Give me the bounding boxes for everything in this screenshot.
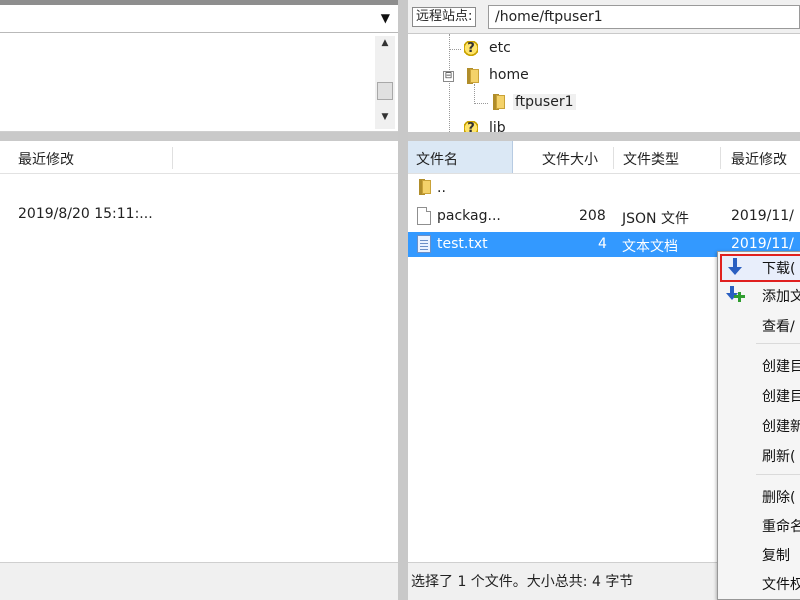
menu-item-view-edit[interactable]: 查看/ — [718, 313, 800, 339]
column-separator[interactable] — [172, 147, 173, 169]
menu-item-create-directory[interactable]: 创建目 — [718, 353, 800, 379]
local-file-modified[interactable]: 2019/8/20 15:11:... — [18, 206, 153, 222]
file-name: .. — [437, 180, 446, 196]
column-header-modified[interactable]: 最近修改 — [18, 149, 74, 169]
tree-guide-line — [449, 49, 461, 50]
column-header-modified[interactable]: 最近修改 — [731, 149, 787, 169]
column-header-size[interactable]: 文件大小 — [542, 149, 598, 169]
tree-guide-line — [474, 103, 488, 104]
menu-label-download: 下载( — [762, 261, 796, 277]
menu-item-copy[interactable]: 复制 — [718, 542, 800, 568]
file-type: JSON 文件 — [622, 211, 689, 227]
menu-item-create-new-file[interactable]: 创建新 — [718, 413, 800, 439]
folder-icon — [491, 94, 505, 110]
local-path-combo[interactable]: ▼ — [0, 5, 398, 33]
file-type: 文本文档 — [622, 239, 678, 255]
file-row-parent[interactable]: .. — [408, 176, 800, 201]
file-name: packag... — [437, 208, 501, 224]
tree-item-home[interactable]: home — [489, 67, 529, 83]
file-name: test.txt — [437, 236, 488, 252]
remote-directory-tree[interactable]: ? etc ⊟ home ftpuser1 ? lib — [408, 34, 800, 132]
menu-separator — [756, 474, 800, 475]
menu-item-delete[interactable]: 删除( — [718, 484, 800, 510]
dropdown-arrow-icon[interactable]: ▼ — [381, 11, 390, 25]
collapse-icon[interactable]: ⊟ — [443, 71, 454, 82]
tree-item-etc[interactable]: etc — [489, 40, 511, 56]
menu-item-add-to-queue[interactable]: 添加文 — [718, 283, 800, 309]
remote-horizontal-splitter[interactable] — [408, 132, 800, 141]
local-file-list-header: 最近修改 — [0, 141, 403, 174]
scrollbar-thumb[interactable] — [377, 82, 393, 100]
column-separator[interactable] — [720, 147, 721, 169]
menu-item-rename[interactable]: 重命名 — [718, 513, 800, 539]
tree-guide-line — [474, 84, 475, 104]
local-directory-tree[interactable] — [0, 34, 398, 132]
remote-site-label: 远程站点: — [412, 7, 477, 27]
menu-label-view-edit: 查看/ — [762, 319, 795, 335]
menu-label-add-to-queue: 添加文 — [762, 289, 800, 305]
file-modified: 2019/11/ — [731, 208, 794, 224]
column-header-type[interactable]: 文件类型 — [623, 149, 679, 169]
column-header-name[interactable]: 文件名 — [408, 141, 513, 173]
column-separator[interactable] — [613, 147, 614, 169]
folder-icon — [417, 179, 431, 195]
file-modified: 2019/11/ — [731, 236, 794, 252]
menu-label-rename: 重命名 — [762, 519, 800, 535]
scroll-up-icon[interactable]: ▲ — [379, 38, 391, 52]
menu-label-create-new-file: 创建新 — [762, 419, 800, 435]
remote-path-input[interactable]: /home/ftpuser1 — [488, 5, 800, 29]
document-icon — [417, 207, 431, 225]
menu-item-refresh[interactable]: 刷新( — [718, 443, 800, 469]
menu-label-delete: 删除( — [762, 490, 796, 506]
menu-item-file-permissions[interactable]: 文件权 — [718, 571, 800, 597]
menu-label-create-directory: 创建目 — [762, 359, 800, 375]
local-tree-scrollbar[interactable]: ▲ ▼ — [375, 36, 395, 129]
menu-item-download-label-row[interactable]: 下载( — [718, 255, 800, 281]
folder-icon — [465, 68, 479, 84]
menu-label-copy: 复制 — [762, 548, 790, 564]
menu-label-file-permissions: 文件权 — [762, 577, 800, 593]
menu-separator — [756, 343, 800, 344]
selection-status-text: 选择了 1 个文件。大小总共: 4 字节 — [411, 574, 634, 590]
unknown-folder-icon: ? — [464, 121, 478, 132]
tree-item-ftpuser1[interactable]: ftpuser1 — [513, 94, 576, 110]
file-row-package[interactable]: packag... 208 JSON 文件 2019/11/ — [408, 204, 800, 229]
file-size: 208 — [579, 208, 606, 224]
unknown-folder-icon: ? — [464, 41, 478, 57]
column-header-name-label: 文件名 — [416, 152, 458, 168]
file-size: 4 — [598, 236, 607, 252]
menu-label-create-directory-enter: 创建目 — [762, 389, 800, 405]
menu-label-refresh: 刷新( — [762, 449, 796, 465]
local-status-bar — [0, 562, 403, 600]
file-context-menu: 下载( 添加文 查看/ 创建目 创建目 创建新 刷新( 删除( 重命名 复制 文… — [717, 251, 800, 600]
vertical-pane-splitter[interactable] — [398, 0, 408, 600]
menu-item-create-directory-enter[interactable]: 创建目 — [718, 383, 800, 409]
tree-item-lib[interactable]: lib — [489, 120, 506, 132]
scroll-down-icon[interactable]: ▼ — [379, 112, 391, 126]
remote-file-list-header: 文件名 文件大小 文件类型 最近修改 — [408, 141, 800, 174]
remote-site-bar: 远程站点: /home/ftpuser1 — [408, 0, 800, 34]
local-horizontal-splitter[interactable] — [0, 132, 403, 141]
text-file-icon — [417, 235, 431, 253]
